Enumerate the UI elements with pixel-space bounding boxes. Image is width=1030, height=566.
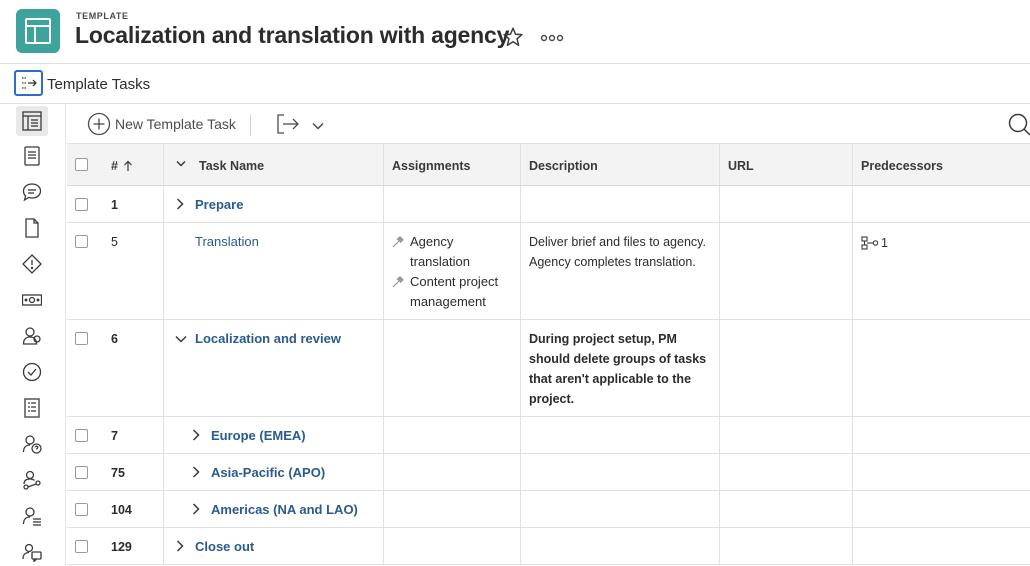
page-kicker: TEMPLATE	[76, 11, 129, 21]
row-checkbox[interactable]	[75, 198, 88, 211]
hammer-icon	[392, 276, 404, 288]
column-header-number[interactable]: #	[100, 144, 164, 185]
file-icon[interactable]	[20, 216, 44, 240]
section-title: Template Tasks	[47, 76, 151, 93]
column-header-description[interactable]: Description	[521, 144, 720, 185]
task-list-icon[interactable]	[16, 106, 48, 136]
table-row[interactable]: 129 Close out	[67, 528, 1030, 565]
task-name-link[interactable]: Close out	[195, 539, 254, 554]
export-icon[interactable]	[276, 114, 300, 139]
document-icon[interactable]	[20, 144, 44, 168]
favorite-star-icon[interactable]	[502, 26, 526, 50]
table-row[interactable]: 75 Asia-Pacific (APO)	[67, 454, 1030, 491]
chevron-right-icon[interactable]	[192, 466, 200, 478]
chevron-down-icon[interactable]	[312, 118, 324, 136]
hammer-icon	[392, 236, 404, 248]
row-checkbox[interactable]	[75, 429, 88, 442]
column-header-assignments[interactable]: Assignments	[384, 144, 521, 185]
search-icon[interactable]	[1007, 112, 1030, 141]
column-header-task-name[interactable]: Task Name	[164, 144, 384, 185]
chevron-right-icon[interactable]	[192, 503, 200, 515]
row-checkbox[interactable]	[75, 466, 88, 479]
page-title: Localization and translation with agency	[75, 22, 510, 48]
column-header-url[interactable]: URL	[720, 144, 853, 185]
chevron-right-icon[interactable]	[176, 198, 184, 210]
chevron-down-icon[interactable]	[176, 160, 186, 168]
task-name-link[interactable]: Translation	[195, 234, 259, 249]
table-row[interactable]: 104 Americas (NA and LAO)	[67, 491, 1030, 528]
table-row[interactable]: 7 Europe (EMEA)	[67, 417, 1030, 454]
chat-icon[interactable]	[20, 180, 44, 204]
left-rail	[0, 104, 66, 566]
task-description: Deliver brief and files to agency. Agenc…	[529, 235, 706, 269]
user-question-icon[interactable]	[20, 432, 44, 456]
workflow-icon[interactable]	[20, 468, 44, 492]
template-app-icon	[16, 9, 60, 53]
task-name-link[interactable]: Localization and review	[195, 331, 341, 346]
chevron-right-icon[interactable]	[176, 540, 184, 552]
add-circle-icon	[87, 112, 111, 136]
people-icon[interactable]	[20, 324, 44, 348]
table-row[interactable]: 6 Localization and review During project…	[67, 320, 1030, 417]
user-list-icon[interactable]	[20, 504, 44, 528]
task-description: During project setup, PM should delete g…	[529, 332, 707, 406]
list-icon[interactable]	[20, 396, 44, 420]
money-icon[interactable]	[20, 288, 44, 312]
task-name-link[interactable]: Americas (NA and LAO)	[211, 502, 358, 517]
select-all-checkbox[interactable]	[75, 158, 88, 171]
issue-icon[interactable]	[20, 252, 44, 276]
more-options-icon[interactable]	[540, 30, 564, 44]
table-row[interactable]: 1 Prepare	[67, 186, 1030, 223]
chevron-down-icon[interactable]	[175, 335, 187, 343]
dependency-icon	[861, 236, 879, 250]
chevron-right-icon[interactable]	[192, 429, 200, 441]
row-checkbox[interactable]	[75, 503, 88, 516]
new-template-task-label: New Template Task	[115, 116, 236, 132]
sort-ascending-icon	[124, 160, 132, 171]
check-circle-icon[interactable]	[20, 360, 44, 384]
collapse-nav-button[interactable]	[14, 70, 43, 96]
toolbar-divider	[250, 114, 251, 136]
column-header-predecessors[interactable]: Predecessors	[853, 144, 1030, 185]
new-template-task-button[interactable]: New Template Task	[87, 112, 236, 136]
task-name-link[interactable]: Prepare	[195, 197, 243, 212]
task-name-link[interactable]: Asia-Pacific (APO)	[211, 465, 325, 480]
predecessor-link[interactable]: 1	[861, 236, 888, 250]
row-checkbox[interactable]	[75, 540, 88, 553]
section-header: Template Tasks	[0, 64, 1030, 104]
row-checkbox[interactable]	[75, 332, 88, 345]
task-name-link[interactable]: Europe (EMEA)	[211, 428, 306, 443]
user-chat-icon[interactable]	[20, 540, 44, 564]
page-header: TEMPLATE Localization and translation wi…	[0, 0, 1030, 64]
table-row[interactable]: 5 Translation Agency translation Content…	[67, 223, 1030, 320]
table-header-row: # Task Name Assignments Description URL …	[67, 144, 1030, 186]
row-checkbox[interactable]	[75, 235, 88, 248]
tasks-toolbar: New Template Task	[67, 104, 1030, 144]
